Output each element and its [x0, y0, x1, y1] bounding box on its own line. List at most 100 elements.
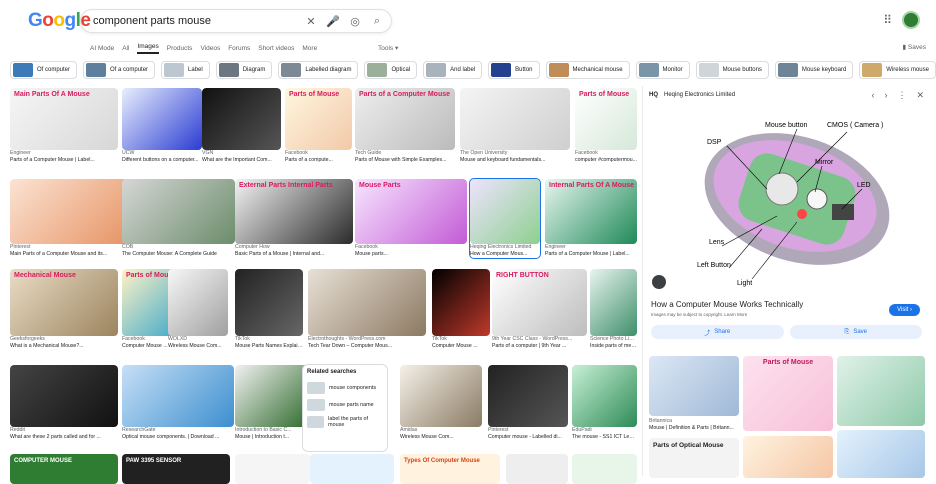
tab-videos[interactable]: Videos — [200, 45, 220, 52]
image-result[interactable]: Reddit What are these 2 parts called and … — [10, 365, 118, 441]
result-title[interactable]: Main Parts of a Computer Mouse and its..… — [10, 251, 128, 258]
result-thumbnail[interactable]: Main Parts Of A Mouse — [10, 88, 118, 150]
image-result[interactable] — [506, 454, 568, 484]
result-thumbnail[interactable]: RIGHT BUTTON — [492, 269, 587, 336]
result-thumbnail[interactable] — [168, 269, 228, 336]
result-thumbnail[interactable] — [400, 365, 482, 427]
result-title[interactable]: Parts of a Computer Mouse | Label... — [545, 251, 637, 258]
result-thumbnail[interactable] — [572, 365, 637, 427]
result-title[interactable]: Parts of a Computer Mouse | Label... — [10, 157, 118, 164]
image-result[interactable] — [235, 454, 310, 484]
image-result[interactable]: Parts of Mouse Facebook computer #computer… — [575, 88, 637, 164]
result-thumbnail[interactable]: Mechanical Mouse — [10, 269, 118, 336]
image-result[interactable] — [572, 454, 637, 484]
image-result[interactable]: Pinterest Computer mouse - Labelled di... — [488, 365, 568, 441]
image-result[interactable]: COMPUTER MOUSE — [10, 454, 118, 484]
image-result[interactable] — [310, 454, 394, 484]
image-result[interactable]: Science Photo Libr... Inside parts of mec… — [590, 269, 637, 350]
image-result[interactable]: TikTok Computer Mouse ... — [432, 269, 490, 350]
result-thumbnail[interactable] — [590, 269, 637, 336]
image-result[interactable]: Main Parts Of A Mouse Engineer Parts of a … — [10, 88, 118, 164]
result-title[interactable]: The mouse - SS1 ICT Lesson ... — [572, 434, 637, 441]
chip-mouse-keyboard[interactable]: Mouse keyboard — [774, 61, 854, 79]
result-title[interactable]: How a Computer Mous... — [470, 251, 540, 258]
image-result[interactable]: Amidas Wireless Mouse Com... — [400, 365, 482, 441]
image-result[interactable]: WOLXD Wireless Mouse Com... — [168, 269, 228, 350]
result-title[interactable]: Mouse parts... — [355, 251, 467, 258]
result-thumbnail[interactable]: Parts of Mouse — [285, 88, 352, 150]
result-thumbnail[interactable] — [470, 179, 540, 244]
similar-image[interactable] — [837, 356, 925, 426]
similar-image[interactable]: Parts of Optical Mouse — [649, 438, 739, 478]
tab-products[interactable]: Products — [167, 45, 193, 52]
related-item[interactable]: mouse parts name — [307, 396, 383, 413]
result-title[interactable]: Mouse Parts Names Explained | Tik... — [235, 343, 303, 350]
mic-icon[interactable]: 🎤 — [325, 13, 341, 29]
result-title[interactable]: What are the Important Com... — [202, 157, 281, 164]
visit-button[interactable]: Visit › — [889, 304, 920, 316]
result-thumbnail[interactable] — [460, 88, 570, 150]
result-title[interactable]: Mouse and keyboard fundamentals... — [460, 157, 570, 164]
tab-ai-mode[interactable]: AI Mode — [90, 45, 114, 52]
chip-of-computer[interactable]: Of computer — [10, 61, 78, 79]
image-result[interactable]: The Open University Mouse and keyboard fu… — [460, 88, 570, 164]
tools-button[interactable]: Tools ▾ — [378, 44, 398, 52]
preview-title[interactable]: How a Computer Mouse Works Technically — [651, 300, 930, 309]
result-thumbnail[interactable] — [10, 365, 118, 427]
result-thumbnail[interactable]: Parts of Mouse — [575, 88, 637, 150]
result-thumbnail[interactable]: Internal Parts Of A Mouse — [545, 179, 637, 244]
result-title[interactable]: Parts of a compute... — [285, 157, 352, 164]
saves-button[interactable]: ▮ Saves — [903, 43, 926, 51]
result-title[interactable]: The Computer Mouse: A Complete Guide — [122, 251, 235, 258]
result-thumbnail[interactable] — [122, 365, 234, 427]
similar-image[interactable] — [743, 436, 833, 478]
image-result[interactable]: Internal Parts Of A Mouse Engineer Parts o… — [545, 179, 637, 258]
result-thumbnail[interactable] — [488, 365, 568, 427]
image-result[interactable]: Heqing Electronics Limited How a Computer… — [469, 178, 541, 259]
result-thumbnail[interactable] — [235, 269, 303, 336]
image-result[interactable]: ResearchGate Optical mouse components. | … — [122, 365, 234, 441]
chip-wireless-mouse[interactable]: Wireless mouse — [859, 61, 936, 79]
image-result[interactable]: Parts of a Computer Mouse Tech Guide Parts… — [355, 88, 455, 164]
share-button[interactable]: ⤴ Share — [651, 325, 784, 339]
result-title[interactable]: Inside parts of mec... — [590, 343, 637, 350]
result-title[interactable]: What is a Mechanical Mouse?... — [10, 343, 118, 350]
tab-all[interactable]: All — [122, 45, 129, 52]
result-thumbnail[interactable] — [10, 179, 128, 244]
result-title[interactable]: Computer mouse - Labelled di... — [488, 434, 568, 441]
result-title[interactable]: Wireless Mouse Com... — [400, 434, 482, 441]
similar-image[interactable] — [837, 430, 925, 478]
chip-labelled-diagram[interactable]: Labelled diagram — [278, 61, 359, 79]
save-button[interactable]: ⎘ Save — [789, 325, 922, 339]
image-result[interactable]: External Parts Internal Parts Computer Ho… — [235, 179, 353, 258]
next-icon[interactable]: › — [884, 90, 887, 101]
result-title[interactable]: Different buttons on a computer... — [122, 157, 202, 164]
result-thumbnail[interactable] — [202, 88, 281, 150]
tab-short-videos[interactable]: Short videos — [258, 45, 294, 52]
tab-more[interactable]: More — [302, 45, 317, 52]
tab-forums[interactable]: Forums — [228, 45, 250, 52]
similar-title[interactable]: Mouse | Definition & Parts | Britann... — [649, 425, 739, 432]
source-name[interactable]: Heqing Electronics Limited — [664, 92, 735, 98]
image-result[interactable]: Introduction to Basic C... Mouse | Introd… — [235, 365, 310, 441]
result-title[interactable]: Mouse | Introduction t... — [235, 434, 310, 441]
image-result[interactable]: Pinterest Main Parts of a Computer Mouse … — [10, 179, 128, 258]
chip-diagram[interactable]: Diagram — [215, 61, 273, 79]
preview-image[interactable]: Mouse button CMOS ( Camera ) DSP Mirror … — [647, 104, 927, 292]
chip-monitor[interactable]: Monitor — [635, 61, 690, 79]
image-result[interactable]: Types Of Computer Mouse — [400, 454, 500, 484]
image-result[interactable]: UCW Different buttons on a computer... — [122, 88, 202, 164]
result-title[interactable]: Wireless Mouse Com... — [168, 343, 228, 350]
more-icon[interactable]: ⋮ — [897, 90, 906, 101]
similar-image[interactable] — [649, 356, 739, 416]
image-result[interactable]: PAW 3395 SENSOR — [122, 454, 230, 484]
result-thumbnail[interactable]: Parts of a Computer Mouse — [355, 88, 455, 150]
image-result[interactable]: TikTokMouse Parts Names Explained | Tik.… — [235, 269, 303, 350]
result-thumbnail[interactable]: Mouse Parts — [355, 179, 467, 244]
image-result[interactable]: Mouse Parts Facebook Mouse parts... — [355, 179, 467, 258]
result-thumbnail[interactable] — [122, 88, 202, 150]
image-result[interactable]: COB The Computer Mouse: A Complete Guide — [122, 179, 235, 258]
lens-icon[interactable]: ◎ — [347, 13, 363, 29]
chip-button[interactable]: Button — [488, 61, 540, 79]
search-input[interactable]: component parts mouse — [93, 15, 297, 27]
